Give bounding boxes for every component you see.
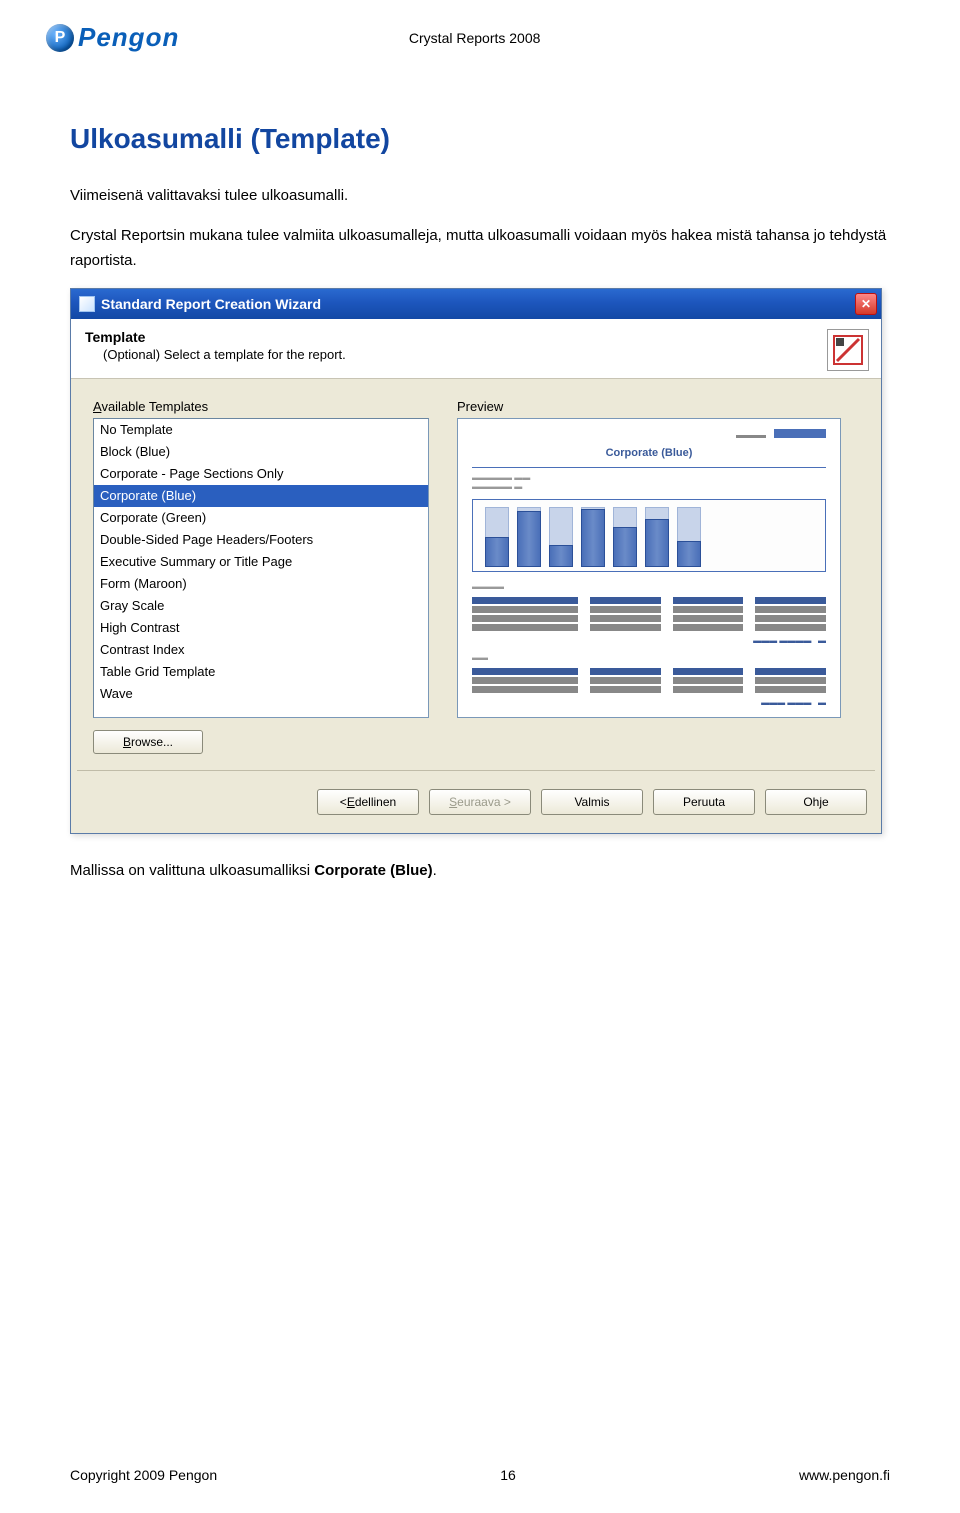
section-heading: Ulkoasumalli (Template) — [70, 123, 890, 155]
close-button[interactable]: ✕ — [855, 293, 877, 315]
footer-page-number: 16 — [500, 1467, 516, 1483]
paragraph-1: Viimeisenä valittavaksi tulee ulkoasumal… — [70, 183, 890, 209]
template-option[interactable]: Corporate (Blue) — [94, 485, 428, 507]
template-option[interactable]: Corporate (Green) — [94, 507, 428, 529]
template-option[interactable]: Double-Sided Page Headers/Footers — [94, 529, 428, 551]
page-footer: Copyright 2009 Pengon 16 www.pengon.fi — [0, 1467, 960, 1483]
template-listbox[interactable]: No TemplateBlock (Blue)Corporate - Page … — [93, 418, 429, 718]
footer-url: www.pengon.fi — [799, 1467, 890, 1483]
template-option[interactable]: Contrast Index — [94, 639, 428, 661]
template-option[interactable]: Form (Maroon) — [94, 573, 428, 595]
cancel-button[interactable]: Peruuta — [653, 789, 755, 815]
logo-badge-icon: P — [46, 24, 74, 52]
logo-text: Pengon — [78, 22, 179, 53]
finish-button[interactable]: Valmis — [541, 789, 643, 815]
help-button[interactable]: Ohje — [765, 789, 867, 815]
browse-button[interactable]: Browse... — [93, 730, 203, 754]
preview-pane: ▬▬▬ Corporate (Blue) ▬▬▬▬▬ ▬▬▬▬▬▬▬ ▬ — [457, 418, 841, 718]
preview-label: Preview — [457, 399, 863, 414]
template-option[interactable]: Wave — [94, 683, 428, 705]
caption: Mallissa on valittuna ulkoasumalliksi Co… — [70, 862, 890, 879]
template-option[interactable]: Executive Summary or Title Page — [94, 551, 428, 573]
preview-title: Corporate (Blue) — [472, 447, 826, 459]
template-option[interactable]: No Template — [94, 419, 428, 441]
wizard-app-icon — [79, 296, 95, 312]
wizard-dialog: Standard Report Creation Wizard ✕ Templa… — [70, 288, 882, 834]
next-button: Seuraava > — [429, 789, 531, 815]
content-area: Ulkoasumalli (Template) Viimeisenä valit… — [0, 63, 960, 919]
footer-copyright: Copyright 2009 Pengon — [70, 1467, 217, 1483]
preview-chart-icon — [472, 499, 826, 571]
wizard-body: Available Templates No TemplateBlock (Bl… — [71, 379, 881, 724]
titlebar: Standard Report Creation Wizard ✕ — [71, 289, 881, 319]
document-title: Crystal Reports 2008 — [409, 30, 541, 46]
wizard-step-subtitle: (Optional) Select a template for the rep… — [85, 347, 867, 362]
paragraph-2: Crystal Reportsin mukana tulee valmiita … — [70, 223, 890, 274]
available-templates-label: Available Templates — [93, 399, 429, 414]
template-option[interactable]: Table Grid Template — [94, 661, 428, 683]
back-button[interactable]: < Edellinen — [317, 789, 419, 815]
template-option[interactable]: Gray Scale — [94, 595, 428, 617]
wizard-footer: < Edellinen Seuraava > Valmis Peruuta Oh… — [71, 771, 881, 833]
page-header: P Pengon Crystal Reports 2008 — [0, 0, 960, 63]
template-option[interactable]: Block (Blue) — [94, 441, 428, 463]
dialog-screenshot: Standard Report Creation Wizard ✕ Templa… — [70, 288, 890, 834]
template-option[interactable]: High Contrast — [94, 617, 428, 639]
wizard-step-icon — [827, 329, 869, 371]
dialog-title: Standard Report Creation Wizard — [101, 296, 321, 312]
template-option[interactable]: Corporate - Page Sections Only — [94, 463, 428, 485]
wizard-step-title: Template — [85, 329, 867, 345]
logo: P Pengon — [46, 22, 179, 53]
wizard-header: Template (Optional) Select a template fo… — [71, 319, 881, 379]
